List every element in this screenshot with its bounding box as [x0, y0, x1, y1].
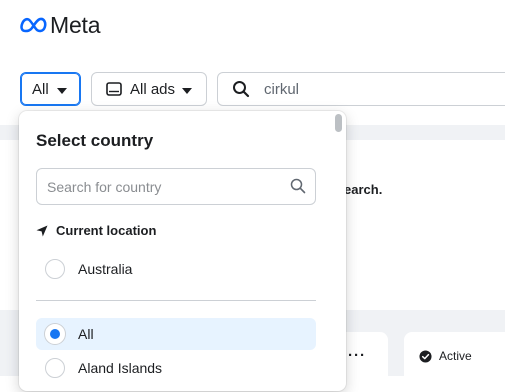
radio-button[interactable]: [45, 259, 65, 279]
ad-search-field[interactable]: cirkul: [217, 72, 505, 106]
ad-type-filter-label: All ads: [130, 80, 176, 98]
ad-search-value: cirkul: [264, 80, 300, 98]
dropdown-title: Select country: [36, 131, 154, 150]
dropdown-scrollbar[interactable]: [333, 113, 343, 389]
meta-infinity-logo-icon: [20, 17, 47, 33]
scrollbar-thumb[interactable]: [335, 114, 342, 132]
search-icon: [233, 81, 250, 98]
country-dropdown: Select country Current location Australi…: [19, 111, 346, 391]
meta-logo[interactable]: Meta: [20, 10, 101, 40]
brand-name: Meta: [50, 11, 101, 38]
country-option-label: All: [78, 326, 94, 342]
country-option-all[interactable]: All: [36, 318, 316, 350]
current-location-label: Current location: [56, 223, 157, 238]
status-badge: Active: [419, 349, 472, 363]
radio-button[interactable]: [45, 358, 65, 378]
location-arrow-icon: [36, 225, 48, 236]
more-options-icon[interactable]: ···: [348, 347, 366, 364]
country-filter-button[interactable]: All: [20, 72, 81, 106]
country-filter-label: All: [32, 80, 49, 98]
current-location-heading: Current location: [36, 223, 156, 238]
caret-down-icon: [57, 88, 67, 94]
check-circle-icon: [419, 349, 432, 363]
country-option-label: Australia: [78, 261, 133, 277]
status-label: Active: [439, 349, 472, 363]
divider: [36, 300, 316, 301]
tablet-icon: [106, 82, 122, 96]
country-option-aland-islands[interactable]: Aland Islands: [36, 352, 316, 384]
country-option-australia[interactable]: Australia: [36, 253, 316, 285]
ad-type-filter-button[interactable]: All ads: [91, 72, 207, 106]
radio-button-selected[interactable]: [45, 324, 65, 344]
search-hint-text: earch.: [344, 182, 383, 197]
country-search-input[interactable]: [36, 168, 316, 205]
country-option-label: Aland Islands: [78, 360, 163, 376]
caret-down-icon: [182, 88, 192, 94]
top-header: Meta: [0, 0, 505, 53]
search-icon: [290, 178, 306, 194]
